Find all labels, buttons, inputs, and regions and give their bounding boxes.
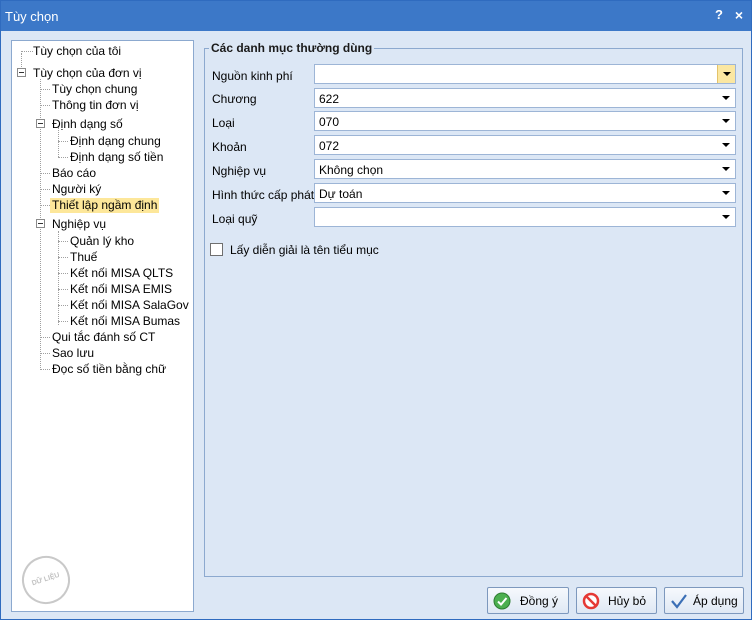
subitem-description-checkbox[interactable] (210, 243, 223, 256)
tree-line (58, 273, 68, 274)
chevron-down-icon[interactable] (717, 112, 735, 130)
collapse-icon[interactable] (17, 68, 26, 77)
cancel-button[interactable]: Hủy bỏ (576, 587, 657, 614)
allocation-method-label: Hình thức cấp phát (212, 188, 315, 202)
ok-button-label: Đồng ý (520, 594, 559, 608)
tree-line (58, 289, 68, 290)
tree-line (58, 257, 68, 258)
type-value: 070 (319, 115, 340, 129)
chapter-label: Chương (212, 92, 257, 106)
subitem-description-label: Lấy diễn giải là tên tiểu mục (230, 243, 379, 257)
chevron-down-icon[interactable] (717, 136, 735, 154)
operation-value: Không chọn (319, 163, 384, 177)
check-circle-icon (493, 592, 511, 610)
item-combo[interactable]: 072 (314, 135, 736, 155)
chevron-down-icon[interactable] (717, 184, 735, 202)
tree-item-number-format[interactable]: Định dạng số (52, 117, 123, 132)
fund-type-combo[interactable] (314, 207, 736, 227)
tree-line (40, 89, 50, 90)
item-label: Khoản (212, 140, 247, 154)
chapter-combo[interactable]: 622 (314, 88, 736, 108)
checkmark-icon (671, 594, 687, 609)
tree-item-backup[interactable]: Sao lưu (52, 346, 94, 361)
tree-item-numbering-rules[interactable]: Qui tắc đánh số CT (52, 330, 155, 345)
tree-line (40, 189, 50, 190)
tree-item-currency-format[interactable]: Định dạng số tiền (70, 150, 163, 165)
tree-line (58, 305, 68, 306)
operation-label: Nghiệp vụ (212, 164, 267, 178)
tree-line (58, 157, 68, 158)
tree-line (40, 337, 50, 338)
funding-source-label: Nguồn kinh phí (212, 69, 293, 83)
tree-item-my-options[interactable]: Tùy chọn của tôi (33, 44, 121, 59)
group-title: Các danh mục thường dùng (209, 41, 375, 55)
close-button[interactable]: × (731, 7, 747, 23)
allocation-method-value: Dự toán (319, 187, 363, 201)
options-tree: Tùy chọn của tôi Tùy chọn của đơn vị Tùy… (11, 40, 194, 612)
tree-line (40, 369, 50, 370)
chevron-down-icon[interactable] (717, 160, 735, 178)
tree-item-reports[interactable]: Báo cáo (52, 166, 96, 181)
chevron-down-icon[interactable] (717, 65, 735, 83)
sample-data-stamp: DỮ LIỆU MẪU (15, 549, 77, 611)
type-combo[interactable]: 070 (314, 111, 736, 131)
apply-button[interactable]: Áp dụng (664, 587, 744, 614)
type-label: Loại (212, 116, 235, 130)
item-value: 072 (319, 139, 340, 153)
tree-line (58, 141, 68, 142)
window-title: Tùy chọn (5, 9, 59, 24)
tree-line (40, 173, 50, 174)
help-button[interactable]: ? (711, 7, 727, 23)
options-dialog: Tùy chọn ? × Tùy chọn của tôi Tùy chọn c… (0, 0, 752, 620)
tree-item-misa-emis[interactable]: Kết nối MISA EMIS (70, 282, 172, 297)
tree-line (58, 241, 68, 242)
chevron-down-icon[interactable] (717, 89, 735, 107)
operation-combo[interactable]: Không chọn (314, 159, 736, 179)
tree-item-misa-qlts[interactable]: Kết nối MISA QLTS (70, 266, 173, 281)
funding-source-combo[interactable] (314, 64, 736, 84)
chevron-down-icon[interactable] (717, 208, 735, 226)
tree-line (58, 321, 68, 322)
tree-item-amount-in-words[interactable]: Đọc số tiền bằng chữ (52, 362, 166, 377)
tree-item-misa-bumas[interactable]: Kết nối MISA Bumas (70, 314, 180, 329)
tree-item-signers[interactable]: Người ký (52, 182, 101, 197)
cancel-button-label: Hủy bỏ (608, 594, 647, 608)
tree-item-operations[interactable]: Nghiệp vụ (52, 217, 106, 232)
collapse-icon[interactable] (36, 119, 45, 128)
fund-type-label: Loại quỹ (212, 212, 258, 226)
allocation-method-combo[interactable]: Dự toán (314, 183, 736, 203)
title-bar: Tùy chọn ? × (1, 1, 751, 31)
tree-line (40, 205, 50, 206)
tree-item-unit-options[interactable]: Tùy chọn của đơn vị (33, 66, 142, 81)
chapter-value: 622 (319, 92, 340, 106)
tree-item-general-format[interactable]: Định dạng chung (70, 134, 161, 149)
collapse-icon[interactable] (36, 219, 45, 228)
apply-button-label: Áp dụng (693, 594, 738, 608)
tree-item-general-options[interactable]: Tùy chọn chung (52, 82, 137, 97)
prohibit-icon (582, 592, 600, 610)
ok-button[interactable]: Đồng ý (487, 587, 569, 614)
tree-item-tax[interactable]: Thuế (70, 250, 97, 265)
tree-line (21, 51, 33, 52)
tree-line (40, 353, 50, 354)
tree-item-misa-salagov[interactable]: Kết nối MISA SalaGov (70, 298, 189, 313)
tree-line (58, 231, 59, 325)
tree-item-inventory[interactable]: Quản lý kho (70, 234, 134, 249)
tree-line (40, 105, 50, 106)
tree-item-default-settings[interactable]: Thiết lập ngầm định (50, 198, 160, 213)
tree-item-unit-info[interactable]: Thông tin đơn vị (52, 98, 139, 113)
